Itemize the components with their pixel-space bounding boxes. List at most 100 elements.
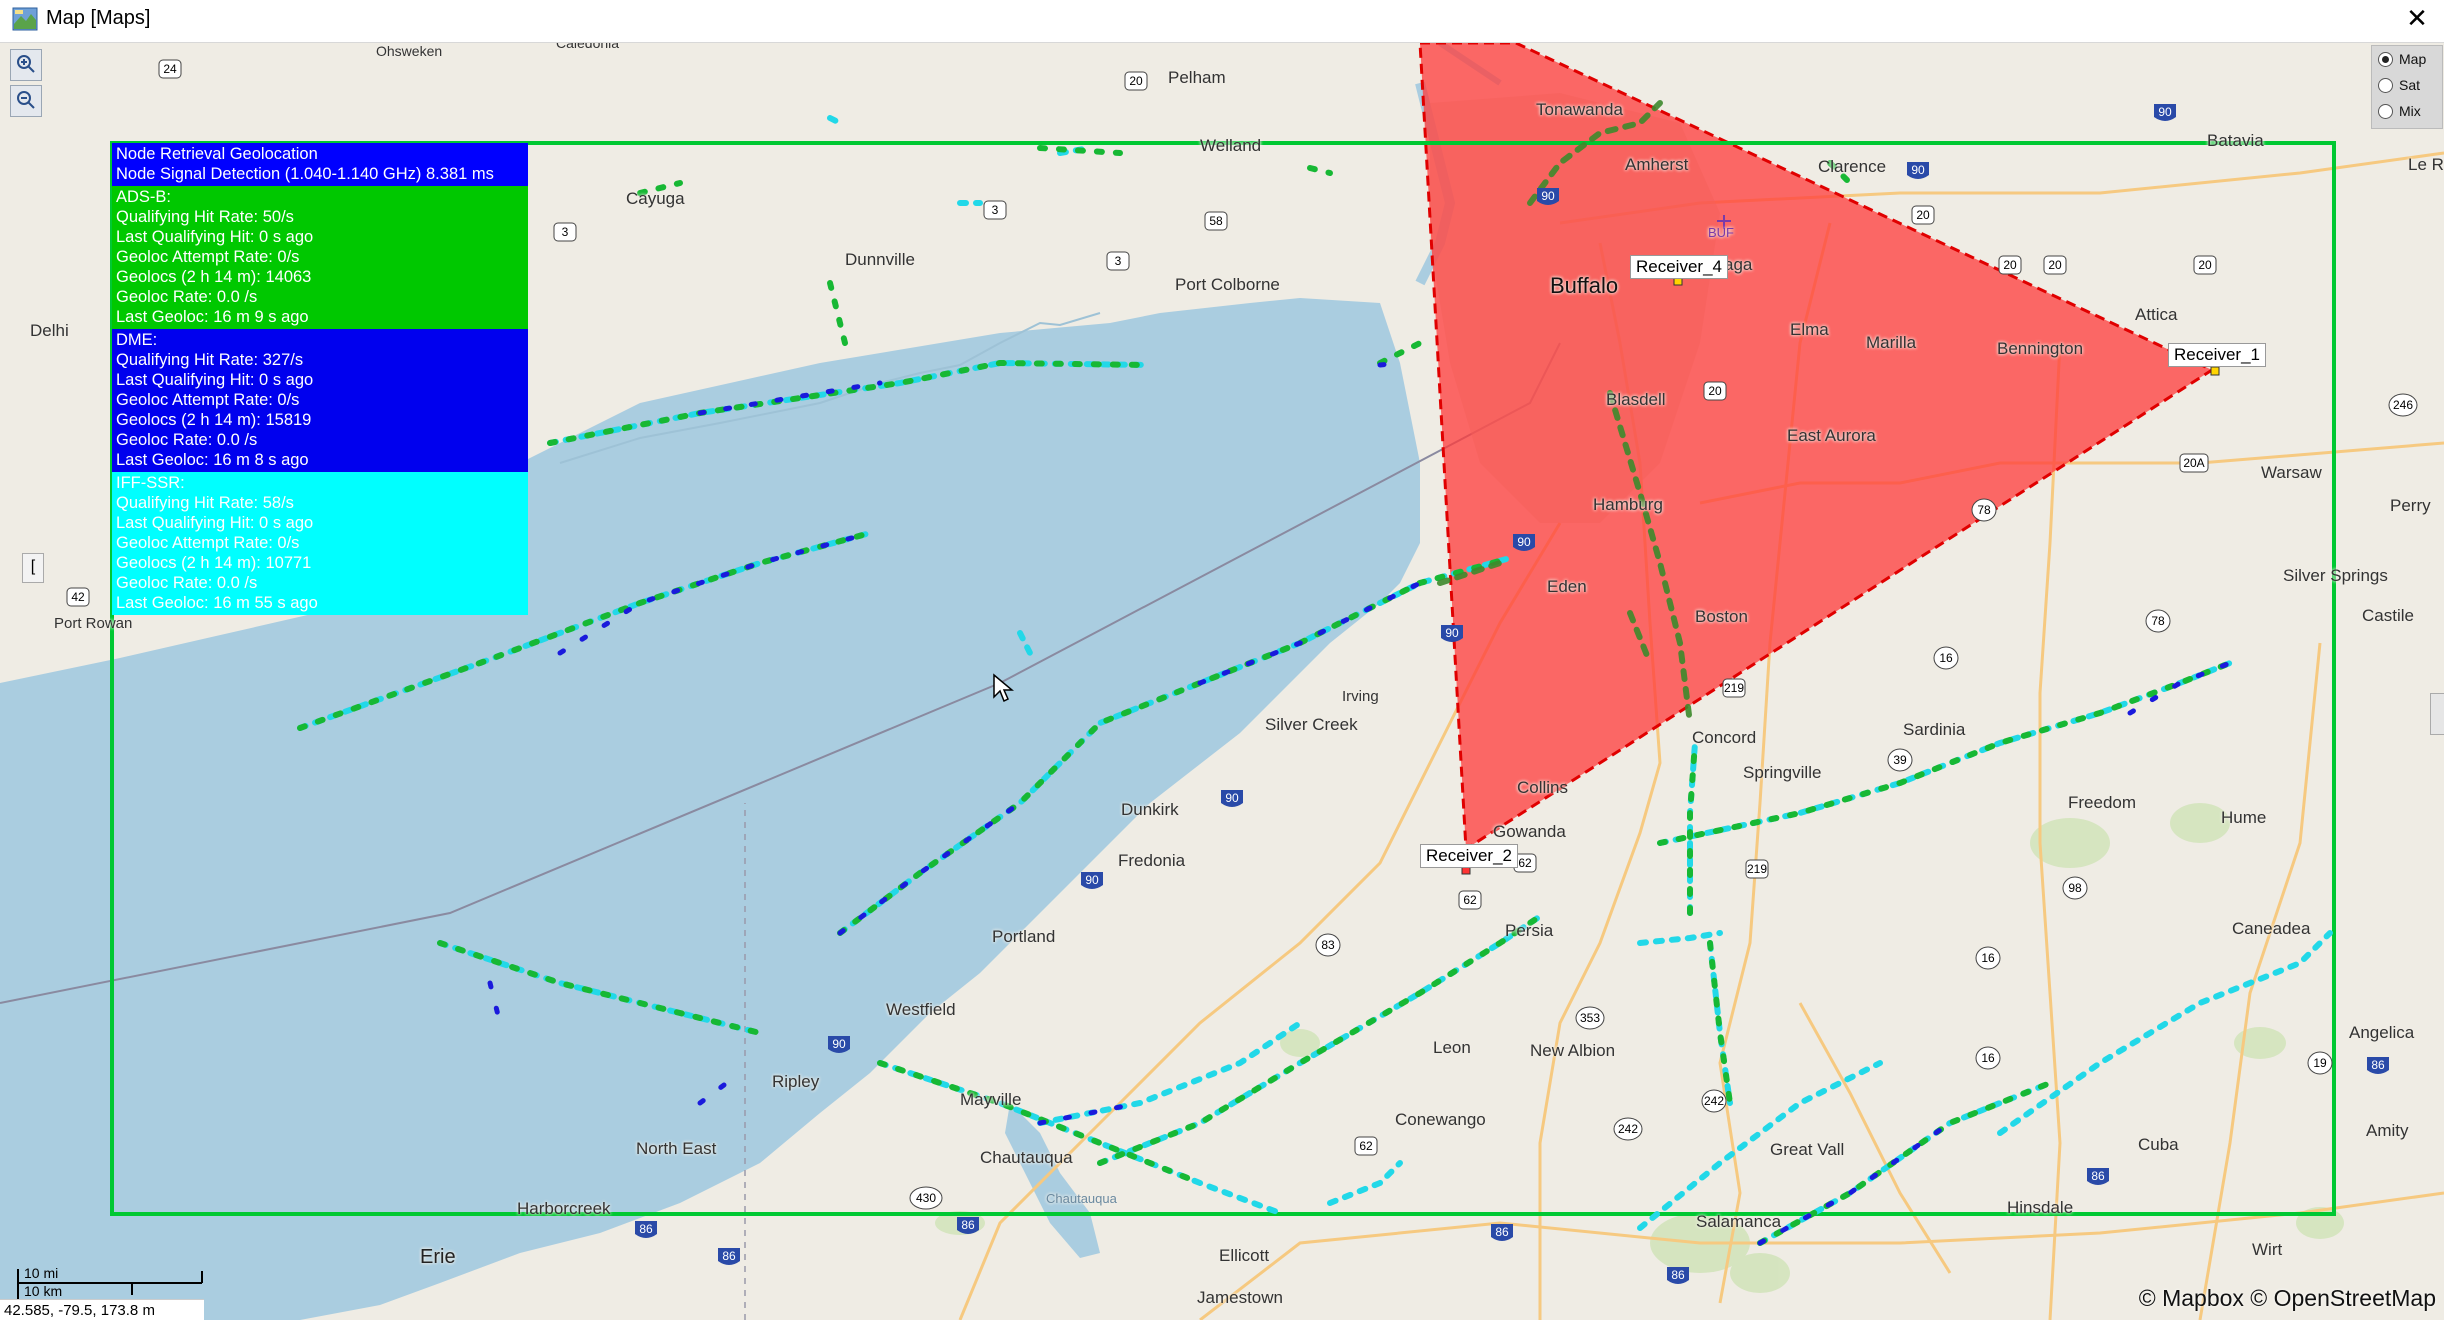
- zoom-in-icon: [17, 55, 35, 73]
- iffssr-qualifying-hit-rate: Qualifying Hit Rate: 58/s: [116, 494, 294, 512]
- iffssr-geolocs: Geolocs (2 h 14 m): 10771: [116, 554, 312, 572]
- place-leon: Leon: [1433, 1038, 1471, 1057]
- map-view[interactable]: 24 20 3 3 3 58 90 20 20 20 20 20 246 20A…: [0, 43, 2444, 1320]
- dme-last-qualifying-hit: Last Qualifying Hit: 0 s ago: [116, 371, 314, 389]
- place-marilla: Marilla: [1866, 333, 1917, 352]
- svg-text:20: 20: [2048, 258, 2062, 272]
- place-boston: Boston: [1695, 607, 1748, 626]
- info-header: Node Retrieval Geolocation Node Signal D…: [112, 143, 528, 186]
- place-gowanda: Gowanda: [1493, 822, 1566, 841]
- iffssr-last-qualifying-hit: Last Qualifying Hit: 0 s ago: [116, 514, 314, 532]
- iffssr-geoloc-rate: Geoloc Rate: 0.0 /s: [116, 574, 258, 592]
- receiver-4-label[interactable]: Receiver_4: [1630, 255, 1728, 279]
- map-attribution[interactable]: © Mapbox © OpenStreetMap: [2139, 1285, 2436, 1312]
- radio-selected-icon[interactable]: [2378, 51, 2393, 67]
- svg-text:78: 78: [1977, 503, 1991, 517]
- place-sardinia: Sardinia: [1903, 720, 1966, 739]
- svg-text:90: 90: [1085, 873, 1099, 887]
- zoom-out-button[interactable]: [10, 85, 42, 117]
- right-panel-handle[interactable]: [2430, 693, 2444, 735]
- bracket-icon: [: [30, 558, 36, 575]
- place-irving: Irving: [1342, 688, 1379, 705]
- place-angelica: Angelica: [2349, 1023, 2415, 1042]
- place-erie: Erie: [420, 1246, 456, 1268]
- cursor-coordinates: 42.585, -79.5, 173.8 m: [0, 1299, 204, 1320]
- place-freedom: Freedom: [2068, 793, 2137, 812]
- svg-text:78: 78: [2151, 614, 2165, 628]
- place-persia: Persia: [1505, 921, 1554, 940]
- place-le-roy: Le Ro: [2408, 155, 2444, 174]
- place-salamanca: Salamanca: [1696, 1212, 1782, 1231]
- svg-text:20: 20: [1129, 74, 1143, 88]
- map-app-icon: [12, 7, 38, 31]
- place-buf-airport: BUF: [1708, 225, 1734, 240]
- svg-text:90: 90: [832, 1037, 846, 1051]
- svg-text:86: 86: [961, 1218, 975, 1232]
- radio-icon[interactable]: [2378, 103, 2393, 119]
- svg-text:58: 58: [1209, 214, 1223, 228]
- place-dunkirk: Dunkirk: [1121, 800, 1179, 819]
- place-port-colborne: Port Colborne: [1175, 275, 1280, 294]
- place-chautauqua-lake: Chautauqua: [1046, 1191, 1117, 1206]
- svg-text:86: 86: [1495, 1225, 1509, 1239]
- map-type-mix-label: Mix: [2399, 103, 2421, 119]
- svg-text:20: 20: [2198, 258, 2212, 272]
- svg-text:62: 62: [1359, 1139, 1373, 1153]
- place-attica: Attica: [2135, 305, 2178, 324]
- place-westfield: Westfield: [886, 1000, 956, 1019]
- place-jamestown: Jamestown: [1197, 1288, 1283, 1307]
- place-harborcreek: Harborcreek: [517, 1199, 611, 1218]
- left-panel-tab[interactable]: [: [22, 553, 44, 583]
- svg-text:90: 90: [1911, 163, 1925, 177]
- svg-text:86: 86: [722, 1249, 736, 1263]
- adsb-geoloc-attempt-rate: Geoloc Attempt Rate: 0/s: [116, 248, 300, 266]
- place-fredonia: Fredonia: [1118, 851, 1186, 870]
- iffssr-geoloc-attempt-rate: Geoloc Attempt Rate: 0/s: [116, 534, 300, 552]
- adsb-last-geoloc: Last Geoloc: 16 m 9 s ago: [116, 308, 309, 326]
- place-welland: Welland: [1200, 136, 1262, 155]
- svg-text:242: 242: [1704, 1094, 1724, 1108]
- dme-last-geoloc: Last Geoloc: 16 m 8 s ago: [116, 451, 309, 469]
- scale-mi-label: 10 mi: [24, 1265, 59, 1281]
- place-conewango: Conewango: [1395, 1110, 1486, 1129]
- svg-text:24: 24: [163, 62, 177, 76]
- adsb-geoloc-rate: Geoloc Rate: 0.0 /s: [116, 288, 258, 306]
- radio-icon[interactable]: [2378, 77, 2393, 93]
- place-cuba: Cuba: [2138, 1135, 2179, 1154]
- receiver-1-label[interactable]: Receiver_1: [2168, 343, 2266, 367]
- dme-qualifying-hit-rate: Qualifying Hit Rate: 327/s: [116, 351, 304, 369]
- svg-text:20: 20: [1916, 208, 1930, 222]
- svg-text:90: 90: [1541, 189, 1555, 203]
- svg-text:353: 353: [1580, 1011, 1600, 1025]
- dme-geoloc-rate: Geoloc Rate: 0.0 /s: [116, 431, 258, 449]
- place-portland: Portland: [992, 927, 1056, 946]
- svg-text:242: 242: [1618, 1122, 1638, 1136]
- place-springville: Springville: [1743, 763, 1822, 782]
- zoom-out-icon: [17, 91, 35, 109]
- svg-text:98: 98: [2068, 881, 2082, 895]
- svg-text:62: 62: [1463, 893, 1477, 907]
- iffssr-title: IFF-SSR:: [116, 474, 185, 492]
- place-bennington: Bennington: [1997, 339, 2084, 358]
- close-button[interactable]: ✕: [2390, 0, 2444, 38]
- receiver-2-label[interactable]: Receiver_2: [1420, 844, 1518, 868]
- svg-text:86: 86: [1671, 1268, 1685, 1282]
- place-dunnville: Dunnville: [845, 250, 915, 269]
- svg-text:90: 90: [2158, 105, 2172, 119]
- place-amity: Amity: [2366, 1121, 2409, 1140]
- map-type-selector: Map Sat Mix: [2371, 45, 2443, 129]
- svg-text:39: 39: [1893, 753, 1907, 767]
- svg-text:20: 20: [2003, 258, 2017, 272]
- dme-title: DME:: [116, 331, 158, 349]
- dme-geoloc-attempt-rate: Geoloc Attempt Rate: 0/s: [116, 391, 300, 409]
- svg-text:83: 83: [1321, 938, 1335, 952]
- svg-text:20: 20: [1708, 384, 1722, 398]
- adsb-last-qualifying-hit: Last Qualifying Hit: 0 s ago: [116, 228, 314, 246]
- map-type-sat-option[interactable]: Sat: [2372, 72, 2442, 98]
- zoom-in-button[interactable]: [10, 49, 42, 81]
- map-type-map-option[interactable]: Map: [2372, 46, 2442, 72]
- svg-text:3: 3: [562, 225, 569, 239]
- place-collins: Collins: [1517, 778, 1569, 797]
- place-clarence: Clarence: [1818, 157, 1887, 176]
- map-type-mix-option[interactable]: Mix: [2372, 98, 2442, 124]
